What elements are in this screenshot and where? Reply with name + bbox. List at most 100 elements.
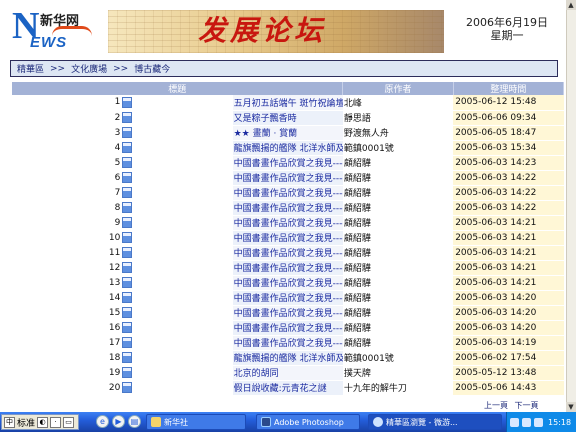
media-quick-icon[interactable]: ▶ <box>112 415 125 428</box>
ime-width-icon[interactable]: ◐ <box>37 416 49 428</box>
post-title-link[interactable]: 龍旗飄揚的艦隊 北洋水師及甲午海戰大型圖記 <box>234 354 343 364</box>
ime-punct-icon[interactable]: · <box>50 416 62 428</box>
post-icon-cell <box>122 350 233 366</box>
table-row[interactable]: 20 假日說收藏:元青花之謎 十九年的解牛刀 2005-05-06 14:43 <box>12 380 564 396</box>
vertical-scrollbar[interactable] <box>566 0 576 412</box>
post-title-link[interactable]: 中國書畫作品欣賞之我見--------之二（中國書法）2 <box>234 204 343 214</box>
xinhua-news-logo[interactable]: N 新华网 EWS <box>12 6 104 54</box>
volume-icon[interactable] <box>522 417 531 427</box>
post-time: 2005-06-03 14:19 <box>453 335 564 351</box>
post-time: 2005-06-03 14:21 <box>453 215 564 231</box>
post-icon-cell <box>122 290 233 306</box>
post-author: 顧紹驊 <box>342 320 454 336</box>
table-row[interactable]: 17 中國書畫作品欣賞之我見--------之二（中國畫）1顧紹驊2005-06-… <box>12 335 564 351</box>
post-title-link[interactable]: 中國書畫作品欣賞之我見--------之二（中國畫）2 <box>234 309 343 319</box>
photoshop-icon <box>261 417 271 427</box>
ime-logo-icon[interactable]: 中 <box>4 416 15 428</box>
post-time: 2005-06-03 14:20 <box>453 290 564 306</box>
post-title-link[interactable]: 中國書畫作品欣賞之我見--------之二（中國畫）4 <box>234 279 343 289</box>
table-row[interactable]: 11 中國書畫作品欣賞之我見--------之二（中國畫）6顧紹驊2005-06-… <box>12 245 564 261</box>
post-icon-cell <box>122 275 233 291</box>
post-title-link[interactable]: 中國書畫作品欣賞之我見--------之二（中國書法）4 <box>234 174 343 184</box>
post-icon-cell <box>122 185 233 201</box>
document-icon <box>122 112 133 123</box>
post-title-cell: 假日說收藏:元青花之謎 <box>232 380 343 396</box>
post-author: 顧紹驊 <box>342 200 454 216</box>
post-title-link[interactable]: 中國書畫作品欣賞之我見--------之二（中國畫）7 <box>234 234 343 244</box>
table-row[interactable]: 12 中國書畫作品欣賞之我見--------之二（中國畫）5顧紹驊2005-06-… <box>12 260 564 276</box>
ime-keyboard-icon[interactable]: ▭ <box>63 416 75 428</box>
table-row[interactable]: 15 中國書畫作品欣賞之我見--------之二（中國畫）2顧紹驊2005-06-… <box>12 305 564 321</box>
post-title-link[interactable]: 中國書畫作品欣賞之我見--------之二（中國書法）3 <box>234 189 343 199</box>
post-title-link[interactable]: 中國書畫作品欣賞之我見--------之二（中國書法）5 <box>234 159 343 169</box>
clock[interactable]: 15:18 <box>548 418 571 427</box>
task-label: 精華區瀏覽 - 微游... <box>386 417 458 427</box>
table-row[interactable]: 2 又是粽子飄香時 靜思語 2005-06-06 09:34 <box>12 110 564 126</box>
post-icon-cell <box>122 215 233 231</box>
table-row[interactable]: 1 五月初五話端午 斑竹祝論壇網友們佳節快樂!北峰2005-06-12 15:48 <box>12 95 564 111</box>
table-row[interactable]: 3 ★★ 畫蘭 · 賞蘭 野渡無人舟 2005-06-05 18:47 <box>12 125 564 141</box>
post-title-link[interactable]: ★★ 畫蘭 · 賞蘭 <box>234 129 298 139</box>
post-title-link[interactable]: 假日說收藏:元青花之謎 <box>234 384 327 394</box>
document-icon <box>122 352 133 363</box>
row-number: 12 <box>12 260 123 276</box>
table-row[interactable]: 4 龍旗飄揚的艦隊 北洋水師及甲午海戰大型圖記:龍旗飄揚的艦隊...範鎮0001號… <box>12 140 564 156</box>
post-icon-cell <box>122 200 233 216</box>
breadcrumb-item-digest[interactable]: 精華區 <box>17 62 44 75</box>
ime-mode-label[interactable]: 标准 <box>17 416 35 429</box>
table-row[interactable]: 9 中國書畫作品欣賞之我見--------之二（中國畫）8顧紹驊2005-06-0… <box>12 215 564 231</box>
table-row[interactable]: 6 中國書畫作品欣賞之我見--------之二（中國書法）4顧紹驊2005-06-… <box>12 170 564 186</box>
post-time: 2005-06-03 14:21 <box>453 275 564 291</box>
table-row[interactable]: 19 北京的胡同 撲天牌 2005-05-12 13:48 <box>12 365 564 381</box>
post-title-cell: 中國書畫作品欣賞之我見--------之二（中國畫）5 <box>232 260 343 276</box>
document-icon <box>122 232 133 243</box>
post-title-cell: 中國書畫作品欣賞之我見--------之二（中國書法）4 <box>232 170 343 186</box>
post-title-link[interactable]: 中國書畫作品欣賞之我見--------之二（中國畫）6 <box>234 249 343 259</box>
browser-quick-icon[interactable]: e <box>96 415 109 428</box>
table-row[interactable]: 7 中國書畫作品欣賞之我見--------之二（中國書法）3顧紹驊2005-06-… <box>12 185 564 201</box>
table-row[interactable]: 10 中國書畫作品欣賞之我見--------之二（中國畫）7顧紹驊2005-06-… <box>12 230 564 246</box>
breadcrumb-item-antiques[interactable]: 博古藏今 <box>134 62 170 75</box>
date-display: 2006年6月19日 星期一 <box>448 16 566 42</box>
document-icon <box>122 157 133 168</box>
document-icon <box>122 292 133 303</box>
antivirus-icon[interactable] <box>534 417 543 427</box>
ime-toolbar[interactable]: 中 标准 ◐ · ▭ <box>1 414 79 430</box>
post-author: 北峰 <box>342 95 454 111</box>
table-row[interactable]: 18 龍旗飄揚的艦隊 北洋水師及甲午海戰大型圖記範鎮0001號2005-06-02… <box>12 350 564 366</box>
table-row[interactable]: 16 中國書畫作品欣賞之我見--------之二（中國書法）1顧紹驊2005-06… <box>12 320 564 336</box>
post-title-link[interactable]: 中國書畫作品欣賞之我見--------之二（中國書法）1 <box>234 324 343 334</box>
breadcrumb-item-culture-plaza[interactable]: 文化廣場 <box>71 62 107 75</box>
post-title-link[interactable]: 北京的胡同 <box>234 369 279 379</box>
post-time: 2005-06-03 14:23 <box>453 155 564 171</box>
table-row[interactable]: 13 中國書畫作品欣賞之我見--------之二（中國畫）4顧紹驊2005-06-… <box>12 275 564 291</box>
post-title-link[interactable]: 又是粽子飄香時 <box>234 114 297 124</box>
post-author: 顧紹驊 <box>342 275 454 291</box>
desktop-quick-icon[interactable]: ▤ <box>128 415 141 428</box>
scroll-up-arrow-icon[interactable]: ▲ <box>566 0 576 10</box>
table-row[interactable]: 14 中國書畫作品欣賞之我見--------之二（中國畫）3顧紹驊2005-06-… <box>12 290 564 306</box>
post-title-link[interactable]: 中國書畫作品欣賞之我見--------之二（中國畫）5 <box>234 264 343 274</box>
page-header: N 新华网 EWS 发展论坛 2006年6月19日 星期一 <box>0 0 566 58</box>
taskbar-button-browser[interactable]: 精華區瀏覽 - 微游... <box>368 414 502 430</box>
taskbar-button-photoshop[interactable]: Adobe Photoshop <box>256 414 360 430</box>
network-icon[interactable] <box>510 417 519 427</box>
row-number: 14 <box>12 290 123 306</box>
post-title-cell: 中國書畫作品欣賞之我見--------之二（中國畫）3 <box>232 290 343 306</box>
post-icon-cell <box>122 155 233 171</box>
post-title-link[interactable]: 中國書畫作品欣賞之我見--------之二（中國畫）8 <box>234 219 343 229</box>
scroll-down-arrow-icon[interactable]: ▼ <box>566 402 576 412</box>
post-title-link[interactable]: 中國書畫作品欣賞之我見--------之二（中國畫）1 <box>234 339 343 349</box>
next-page-link[interactable]: 下一頁 <box>515 401 539 410</box>
row-number: 10 <box>12 230 123 246</box>
taskbar-button-xinhua[interactable]: 新华社 <box>146 414 246 430</box>
table-row[interactable]: 8 中國書畫作品欣賞之我見--------之二（中國書法）2顧紹驊2005-06-… <box>12 200 564 216</box>
post-title-link[interactable]: 中國書畫作品欣賞之我見--------之二（中國畫）3 <box>234 294 343 304</box>
date-text: 2006年6月19日 <box>466 16 548 29</box>
table-row[interactable]: 5 中國書畫作品欣賞之我見--------之二（中國書法）5顧紹驊2005-06-… <box>12 155 564 171</box>
row-number: 2 <box>12 110 123 126</box>
post-icon-cell <box>122 140 233 156</box>
post-title-link[interactable]: 五月初五話端午 斑竹祝論壇網友們佳節快樂! <box>234 99 343 109</box>
prev-page-link[interactable]: 上一頁 <box>484 401 508 410</box>
post-title-link[interactable]: 龍旗飄揚的艦隊 北洋水師及甲午海戰大型圖記:龍旗飄揚的艦隊... <box>234 144 343 154</box>
